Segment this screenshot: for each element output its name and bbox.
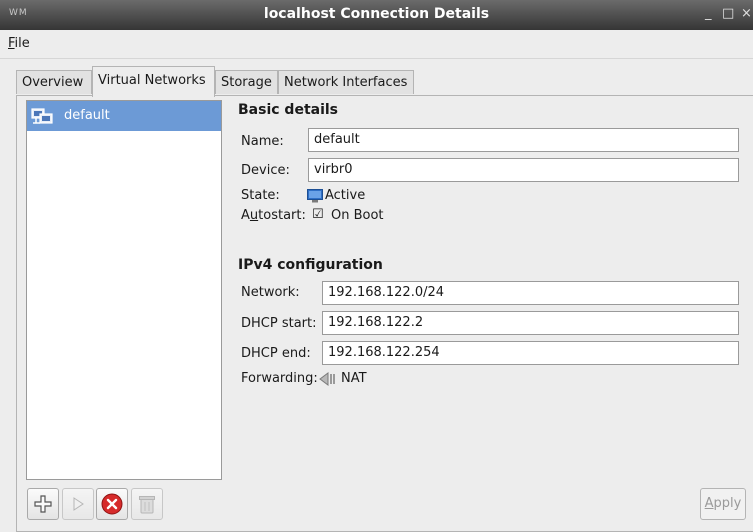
start-network-button[interactable] xyxy=(62,488,94,520)
network-name: default xyxy=(64,108,110,123)
add-icon xyxy=(34,495,52,513)
state-label: State: xyxy=(241,188,280,203)
maximize-button[interactable]: □ xyxy=(722,6,734,21)
ipv4-heading: IPv4 configuration xyxy=(238,257,383,273)
autostart-label-accel: u xyxy=(249,208,259,223)
minimize-button[interactable]: _ xyxy=(705,6,712,21)
menubar: File xyxy=(0,30,753,59)
autostart-label-pre: A xyxy=(241,208,250,223)
device-label: Device: xyxy=(241,163,290,178)
menu-file-rest: ile xyxy=(14,36,30,51)
add-network-button[interactable] xyxy=(27,488,59,520)
network-list-item[interactable]: default xyxy=(27,101,221,131)
state-icon xyxy=(307,189,323,207)
tab-virtual-networks[interactable]: Virtual Networks xyxy=(92,66,215,97)
state-value: Active xyxy=(325,188,366,203)
dhcp-end-label: DHCP end: xyxy=(241,346,311,361)
tab-storage[interactable]: Storage xyxy=(215,70,278,94)
network-icon xyxy=(31,108,53,130)
autostart-label-post: tostart: xyxy=(258,208,306,223)
menu-file[interactable]: File xyxy=(8,36,30,51)
stop-network-button[interactable] xyxy=(96,488,128,520)
device-field[interactable]: virbr0 xyxy=(308,158,739,182)
name-field[interactable]: default xyxy=(308,128,739,152)
name-label: Name: xyxy=(241,134,284,149)
nat-icon xyxy=(319,372,337,390)
forwarding-label: Forwarding: xyxy=(241,371,318,386)
tab-network-interfaces[interactable]: Network Interfaces xyxy=(278,70,414,94)
forwarding-value: NAT xyxy=(341,371,367,386)
dhcp-end-field[interactable]: 192.168.122.254 xyxy=(322,341,739,365)
dhcp-start-field[interactable]: 192.168.122.2 xyxy=(322,311,739,335)
network-field[interactable]: 192.168.122.0/24 xyxy=(322,281,739,305)
dhcp-start-label: DHCP start: xyxy=(241,316,317,331)
autostart-label: Autostart: xyxy=(241,208,306,223)
apply-button[interactable]: Apply xyxy=(700,488,746,520)
apply-rest: pply xyxy=(713,496,742,511)
play-icon xyxy=(73,497,84,511)
network-list[interactable]: default xyxy=(26,100,222,480)
basic-details-heading: Basic details xyxy=(238,102,339,118)
stop-icon xyxy=(101,493,123,515)
apply-accel: A xyxy=(704,496,714,511)
delete-network-button[interactable] xyxy=(131,488,163,520)
trash-icon xyxy=(139,496,155,514)
autostart-value[interactable]: On Boot xyxy=(331,208,384,223)
window-titlebar: WM localhost Connection Details _ □ × xyxy=(0,0,753,30)
close-button[interactable]: × xyxy=(741,6,752,21)
tab-overview[interactable]: Overview xyxy=(16,70,92,94)
network-label: Network: xyxy=(241,285,300,300)
window-title: localhost Connection Details xyxy=(263,6,490,22)
autostart-checkbox[interactable]: ☑ xyxy=(312,207,324,222)
